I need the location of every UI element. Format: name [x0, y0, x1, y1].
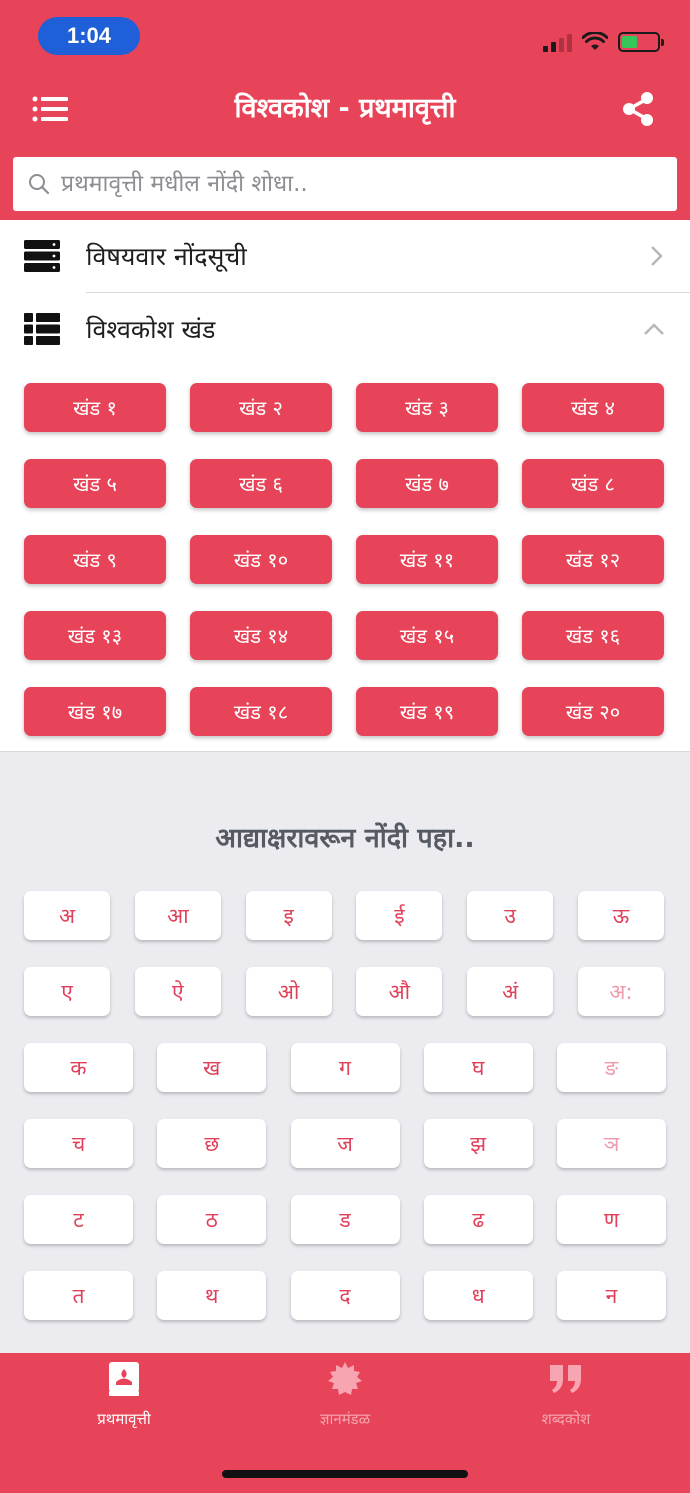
volume-button[interactable]: खंड ७	[356, 459, 498, 508]
volumes-row[interactable]: विश्वकोश खंड	[0, 293, 690, 365]
letter-button[interactable]: झ	[423, 1119, 533, 1168]
letters-heading: आद्याक्षरावरून नोंदी पहा..	[215, 823, 475, 854]
volumes-label: विश्वकोश खंड	[86, 315, 216, 344]
volume-button[interactable]: खंड १०	[190, 535, 332, 584]
volume-button[interactable]: खंड ४	[522, 383, 664, 432]
wifi-icon	[582, 32, 608, 50]
volume-button[interactable]: खंड २०	[522, 687, 664, 736]
book-icon	[109, 1362, 139, 1396]
volume-button[interactable]: खंड १	[24, 383, 166, 432]
volume-button[interactable]: खंड ९	[24, 535, 166, 584]
search-icon	[29, 174, 50, 195]
letter-button[interactable]: न	[557, 1271, 666, 1320]
volume-button[interactable]: खंड १७	[24, 687, 166, 736]
volume-button[interactable]: खंड १४	[190, 611, 332, 660]
chevron-right-icon	[651, 246, 663, 266]
vowel-grid: अ आ इ ई उ ऊ ए ऐ ओ औ अं अ:	[24, 891, 666, 1016]
app-header: 1:04 विश्वकोश - प्रथमावृत्ती	[0, 0, 690, 220]
topic-index-row[interactable]: विषयवार नोंदसूची	[0, 220, 690, 292]
letter-button[interactable]: घ	[423, 1043, 533, 1092]
letter-button[interactable]: ए	[24, 967, 110, 1016]
volume-grid: खंड १ खंड २ खंड ३ खंड ४ खंड ५ खंड ६ खंड …	[24, 383, 666, 736]
letter-button[interactable]: ओ	[245, 967, 332, 1016]
volume-button[interactable]: खंड १३	[24, 611, 166, 660]
letter-button[interactable]: ण	[557, 1195, 666, 1244]
volume-button[interactable]: खंड ३	[356, 383, 498, 432]
letter-button[interactable]: ई	[356, 891, 443, 940]
letter-button[interactable]: इ	[245, 891, 332, 940]
consonant-grid: क ख ग घ ङ च छ ज झ ञ ट ठ ड ढ ण त थ द ध न	[24, 1043, 666, 1320]
letter-button[interactable]: थ	[157, 1271, 267, 1320]
server-list-icon	[24, 240, 60, 272]
letter-button[interactable]: छ	[157, 1119, 267, 1168]
quote-icon	[550, 1365, 581, 1393]
letter-button[interactable]: ऊ	[577, 891, 664, 940]
volume-button[interactable]: खंड ११	[356, 535, 498, 584]
badge-icon	[328, 1362, 362, 1395]
volume-button[interactable]: खंड १६	[522, 611, 664, 660]
volume-button[interactable]: खंड १२	[522, 535, 664, 584]
volume-button[interactable]: खंड १९	[356, 687, 498, 736]
letter-button[interactable]: आ	[134, 891, 221, 940]
status-time: 1:04	[38, 17, 140, 55]
letter-button[interactable]: अं	[467, 967, 554, 1016]
letter-button[interactable]: ढ	[423, 1195, 533, 1244]
letter-button[interactable]: च	[24, 1119, 133, 1168]
tab-label: शब्दकोश	[541, 1410, 591, 1428]
letter-button-disabled: अ:	[577, 967, 664, 1016]
letter-button[interactable]: क	[24, 1043, 133, 1092]
letter-button[interactable]: उ	[467, 891, 554, 940]
letter-button[interactable]: ड	[290, 1195, 400, 1244]
home-indicator[interactable]	[222, 1470, 468, 1478]
volume-button[interactable]: खंड १५	[356, 611, 498, 660]
tab-label: प्रथमावृत्ती	[97, 1410, 151, 1428]
search-input[interactable]	[61, 157, 677, 211]
volume-button[interactable]: खंड २	[190, 383, 332, 432]
status-icons	[543, 28, 664, 56]
page-title: विश्वकोश - प्रथमावृत्ती	[234, 93, 456, 124]
letter-button[interactable]: ख	[157, 1043, 267, 1092]
list-icon	[24, 313, 60, 345]
letter-button[interactable]: ज	[290, 1119, 400, 1168]
volume-button[interactable]: खंड १८	[190, 687, 332, 736]
letter-button-disabled: ङ	[557, 1043, 666, 1092]
volume-button[interactable]: खंड ६	[190, 459, 332, 508]
topic-index-label: विषयवार नोंदसूची	[86, 242, 247, 271]
letter-button[interactable]: द	[290, 1271, 400, 1320]
search-bar[interactable]	[13, 157, 677, 211]
cellular-signal-icon	[543, 32, 572, 52]
battery-icon	[618, 32, 664, 52]
letter-button[interactable]: त	[24, 1271, 133, 1320]
letter-button[interactable]: अ	[24, 891, 110, 940]
tab-label: ज्ञानमंडळ	[319, 1410, 371, 1428]
chevron-up-icon	[644, 323, 664, 335]
volume-button[interactable]: खंड ५	[24, 459, 166, 508]
letter-button[interactable]: ग	[290, 1043, 400, 1092]
letter-button[interactable]: औ	[356, 967, 443, 1016]
letter-button[interactable]: ठ	[157, 1195, 267, 1244]
letter-button[interactable]: ऐ	[134, 967, 221, 1016]
letter-button-disabled: ञ	[557, 1119, 666, 1168]
letter-button[interactable]: ध	[423, 1271, 533, 1320]
letter-button[interactable]: ट	[24, 1195, 133, 1244]
volume-button[interactable]: खंड ८	[522, 459, 664, 508]
share-icon[interactable]	[620, 91, 656, 127]
